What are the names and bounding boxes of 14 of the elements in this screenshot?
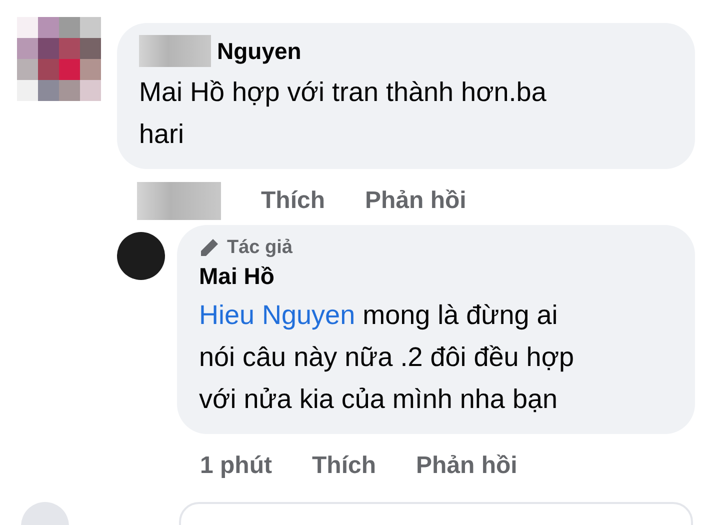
like-link[interactable]: Thích	[312, 452, 376, 480]
mention-link[interactable]: Hieu Nguyen	[199, 300, 356, 330]
reply-text: Hieu Nguyen mong là đừng ai nói câu này nữa .2 đôi đều hợp với nửa kia của mình nha bạn	[199, 299, 576, 416]
comment-text: Mai Hồ hợp với tran thành hơn.ba hari	[139, 76, 548, 151]
author-label: Tác giả	[227, 237, 292, 259]
blurred-name-block	[139, 35, 211, 67]
pencil-icon	[199, 238, 219, 258]
timestamp: 1 phút	[200, 452, 272, 480]
commenter-name[interactable]: Nguyen	[217, 38, 302, 64]
like-link[interactable]: Thích	[261, 187, 325, 215]
avatar-photo-placeholder	[117, 232, 165, 280]
author-name[interactable]: Mai Hồ	[199, 263, 675, 290]
reply-link[interactable]: Phản hồi	[365, 187, 466, 215]
reply-link[interactable]: Phản hồi	[416, 452, 518, 480]
